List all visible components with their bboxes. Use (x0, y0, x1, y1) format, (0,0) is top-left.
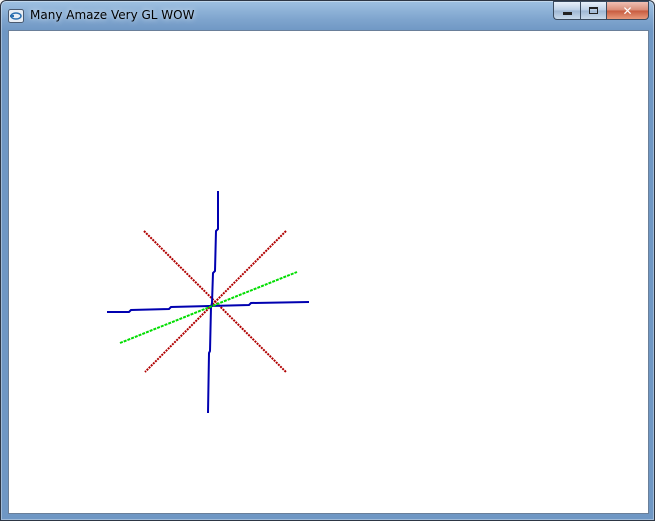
app-icon (8, 8, 24, 23)
close-icon: ✕ (622, 3, 633, 18)
maximize-button[interactable] (580, 1, 606, 20)
maximize-icon (589, 7, 598, 14)
close-button[interactable]: ✕ (606, 1, 649, 20)
gl-scene (107, 191, 310, 414)
blue-horizontal-axis (107, 301, 310, 313)
minimize-icon (562, 12, 572, 15)
blue-vertical-axis (207, 191, 219, 414)
app-window: Many Amaze Very GL WOW ✕ (0, 0, 655, 521)
window-title: Many Amaze Very GL WOW (30, 8, 195, 22)
window-controls: ✕ (553, 1, 649, 20)
gl-canvas[interactable] (8, 30, 649, 514)
minimize-button[interactable] (553, 1, 580, 20)
title-bar[interactable]: Many Amaze Very GL WOW ✕ (1, 1, 654, 29)
